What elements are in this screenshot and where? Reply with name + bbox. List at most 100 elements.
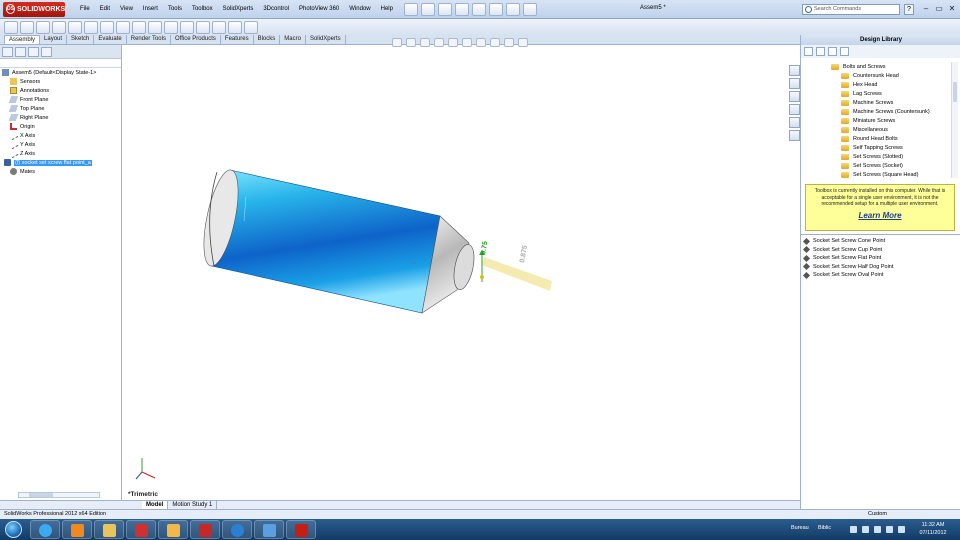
rebuild-button[interactable] <box>505 2 520 16</box>
smart-fasteners-button[interactable] <box>68 20 82 34</box>
taskbar-app-4[interactable] <box>126 520 156 539</box>
options-button[interactable] <box>522 2 537 16</box>
view-palette-icon[interactable] <box>789 104 800 115</box>
dimension-0-75[interactable]: 0.75 <box>480 241 489 256</box>
new-document-button[interactable] <box>403 2 418 16</box>
move-component-button[interactable] <box>84 20 98 34</box>
tray-power-icon[interactable] <box>898 526 905 533</box>
file-explorer-icon[interactable] <box>789 91 800 102</box>
minimize-button[interactable]: – <box>920 4 932 15</box>
save-button[interactable] <box>437 2 452 16</box>
dl-item[interactable]: Machine Screws (Countersunk) <box>801 107 951 116</box>
show-hidden-button[interactable] <box>100 20 114 34</box>
print-button[interactable] <box>454 2 469 16</box>
tab-render-tools[interactable]: Render Tools <box>127 35 171 44</box>
tree-root[interactable]: Assem5 (Default<Display State-1> <box>2 68 121 77</box>
tree-item-z-axis[interactable]: Z Axis <box>2 148 121 159</box>
design-library-vscrollbar[interactable] <box>951 62 958 178</box>
mate-button[interactable] <box>36 20 50 34</box>
tree-item-sensors[interactable]: Sensors <box>2 77 121 86</box>
graphics-area[interactable]: 0.75 0.875 <box>122 38 800 500</box>
learn-more-link[interactable]: Learn More <box>810 211 950 220</box>
custom-properties-icon[interactable] <box>789 130 800 141</box>
taskbar-media-player[interactable] <box>62 520 92 539</box>
help-button[interactable]: ? <box>904 4 914 15</box>
dl-item[interactable]: Round Head Bolts <box>801 134 951 143</box>
taskbar-app-6[interactable] <box>190 520 220 539</box>
tab-motion-study-1[interactable]: Motion Study 1 <box>168 501 218 509</box>
back-icon[interactable] <box>804 47 813 56</box>
feature-tree-tab[interactable] <box>2 46 13 57</box>
tree-item-y-axis[interactable]: Y Axis <box>2 139 121 150</box>
linear-pattern-button[interactable] <box>52 20 66 34</box>
model-viewport[interactable]: 0.75 0.875 <box>122 45 800 500</box>
scroll-thumb[interactable] <box>953 82 957 102</box>
edit-appearance-icon[interactable] <box>490 38 500 47</box>
menu-3dcontrol[interactable]: 3Dcontrol <box>258 6 294 12</box>
section-view-icon[interactable] <box>434 38 444 47</box>
hide-show-items-icon[interactable] <box>476 38 486 47</box>
set-screw-model[interactable] <box>197 167 485 314</box>
list-item[interactable]: Socket Set Screw Cone Point <box>801 237 960 246</box>
tray-network-icon[interactable] <box>850 526 857 533</box>
property-manager-tab[interactable] <box>15 46 26 57</box>
dl-folder-bolts-and-screws[interactable]: Bolts and Screws <box>801 62 951 71</box>
clock-date[interactable]: 07/11/2012 <box>916 530 950 536</box>
menu-toolbox[interactable]: Toolbox <box>187 6 218 12</box>
open-button[interactable] <box>420 2 435 16</box>
tree-item-x-axis[interactable]: X Axis <box>2 130 121 141</box>
taskbar-app-8[interactable] <box>254 520 284 539</box>
zoom-to-fit-icon[interactable] <box>392 38 402 47</box>
tree-item-right-plane[interactable]: Right Plane <box>2 113 121 122</box>
tree-item-annotations[interactable]: Annotations <box>2 86 121 95</box>
tree-item-top-plane[interactable]: Top Plane <box>2 104 121 113</box>
zoom-area-icon[interactable] <box>406 38 416 47</box>
list-item[interactable]: Socket Set Screw Oval Point <box>801 271 960 280</box>
feature-tree-hscrollbar[interactable] <box>18 492 100 498</box>
tab-assembly[interactable]: Assembly <box>4 35 41 44</box>
tab-solidxperts[interactable]: SolidXperts <box>306 35 346 44</box>
clearance-button[interactable] <box>244 20 258 34</box>
apply-scene-icon[interactable] <box>504 38 514 47</box>
edit-component-button[interactable] <box>4 20 18 34</box>
menu-help[interactable]: Help <box>376 6 398 12</box>
menu-solidxperts[interactable]: SolidXperts <box>218 6 259 12</box>
dl-item[interactable]: Countersunk Head <box>801 71 951 80</box>
design-library-icon[interactable] <box>789 78 800 89</box>
bill-of-materials-button[interactable] <box>164 20 178 34</box>
undo-button[interactable] <box>471 2 486 16</box>
dimension-0-875[interactable]: 0.875 <box>519 245 529 264</box>
search-commands-input[interactable]: Search Commands <box>802 4 900 15</box>
dl-item[interactable]: Set Screws (Slotted) <box>801 152 951 161</box>
taskbar-internet-explorer[interactable] <box>30 520 60 539</box>
taskbar-explorer[interactable] <box>94 520 124 539</box>
units-selector[interactable]: Custom <box>868 511 887 517</box>
tab-layout[interactable]: Layout <box>40 35 68 44</box>
display-manager-tab[interactable] <box>41 46 52 57</box>
tree-item-origin[interactable]: Origin <box>2 122 121 131</box>
exploded-view-button[interactable] <box>180 20 194 34</box>
list-item[interactable]: Socket Set Screw Half Dog Point <box>801 263 960 272</box>
menu-view[interactable]: View <box>115 6 138 12</box>
add-to-library-icon[interactable] <box>840 47 849 56</box>
solidworks-resources-icon[interactable] <box>789 65 800 76</box>
tab-evaluate[interactable]: Evaluate <box>94 35 127 44</box>
forward-icon[interactable] <box>816 47 825 56</box>
tab-office-products[interactable]: Office Products <box>171 35 221 44</box>
menu-photoview[interactable]: PhotoView 360 <box>294 6 344 12</box>
new-motion-study-button[interactable] <box>148 20 162 34</box>
tree-item-front-plane[interactable]: Front Plane <box>2 95 121 104</box>
assembly-features-button[interactable] <box>116 20 130 34</box>
interference-button[interactable] <box>228 20 242 34</box>
tray-biblio[interactable]: Biblic <box>818 525 831 531</box>
menu-file[interactable]: File <box>75 6 95 12</box>
instant3d-button[interactable] <box>212 20 226 34</box>
tree-item-mates[interactable]: Mates <box>2 167 121 176</box>
select-button[interactable] <box>488 2 503 16</box>
tray-volume-icon[interactable] <box>886 526 893 533</box>
taskbar-app-7[interactable] <box>222 520 252 539</box>
tray-bureau[interactable]: Bureau <box>791 525 809 531</box>
menu-window[interactable]: Window <box>344 6 375 12</box>
tree-item-set-screw[interactable]: (f) socket set screw flat point_a <box>2 158 121 167</box>
scroll-thumb[interactable] <box>29 493 53 497</box>
